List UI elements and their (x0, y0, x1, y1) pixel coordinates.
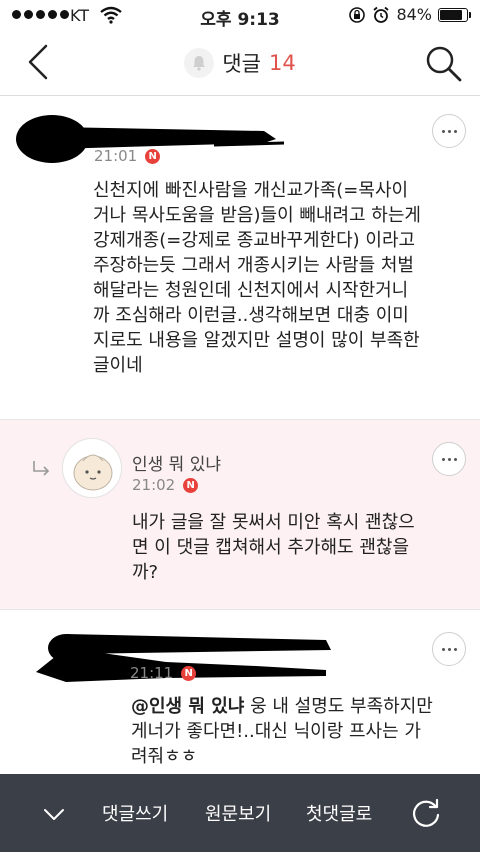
top-nav-bar: 댓글 14 (0, 32, 480, 96)
comment-line: 강제개종(=강제로 종교바꾸게한다) 이라고 (93, 230, 416, 251)
comment-body: @인생 뭐 있냐 웅 내 설명도 부족하지만 게너가 좋다면!..대신 닉이랑 … (131, 694, 433, 769)
comment-line-text: 웅 내 설명도 부족하지만 (244, 696, 433, 717)
comment-author[interactable]: 인생 뭐 있냐 (132, 450, 221, 475)
comment-more-button[interactable] (432, 114, 466, 148)
comment-line: 면 이 댓글 캡쳐해서 추가해도 괜찮을 (132, 537, 410, 558)
mention-link[interactable]: @인생 뭐 있냐 (131, 696, 244, 717)
battery-icon (438, 7, 471, 22)
comment-timestamp: 21:02 (132, 476, 176, 494)
comment-line: @인생 뭐 있냐 웅 내 설명도 부족하지만 (131, 694, 433, 719)
comment-timestamp: 21:01 (94, 147, 138, 165)
comment-time: 21:11 N (130, 664, 197, 682)
comment-more-button[interactable] (432, 442, 466, 476)
search-icon[interactable] (422, 42, 464, 84)
refresh-icon[interactable] (408, 795, 444, 831)
comment-line: 해달라는 청원인데 신천지에서 시작한거니 (93, 280, 409, 301)
first-comment-button[interactable]: 첫댓글로 (306, 800, 372, 826)
comment-line: 려줘ㅎㅎ (131, 746, 198, 767)
comment-body: 내가 글을 잘 못써서 미안 혹시 괜찮으 면 이 댓글 캡쳐해서 추가해도 괜… (132, 510, 415, 585)
comment-item: 21:11 N @인생 뭐 있냐 웅 내 설명도 부족하지만 게너가 좋다면!.… (0, 610, 480, 774)
view-original-button[interactable]: 원문보기 (205, 800, 271, 826)
bottom-toolbar: 댓글쓰기 원문보기 첫댓글로 (0, 774, 480, 852)
write-comment-button[interactable]: 댓글쓰기 (102, 800, 168, 826)
comment-line: 게너가 좋다면!..대신 닉이랑 프사는 가 (131, 721, 421, 742)
header-title-group: 댓글 14 (0, 48, 480, 78)
bell-icon[interactable] (184, 48, 215, 78)
comment-time: 21:01 N (94, 147, 161, 165)
comment-line: 까 조심해라 이런글..생각해보면 대충 이미 (93, 305, 409, 326)
comment-line: 신천지에 빠진사람을 개신교가족(=목사이 (93, 180, 409, 201)
comment-line: 내가 글을 잘 못써서 미안 혹시 괜찮으 (132, 512, 415, 533)
comment-line: 주장하는듯 그래서 개종시키는 사람들 처벌 (93, 255, 414, 276)
comment-count: 14 (268, 51, 296, 75)
comment-timestamp: 21:11 (130, 664, 174, 682)
comment-item: 21:01 N 신천지에 빠진사람을 개신교가족(=목사이 거나 목사도움을 받… (0, 97, 480, 420)
comment-line: 거나 목사도움을 받음)들이 빼내려고 하는게 (93, 205, 421, 226)
comment-line: 지로도 내용을 알겠지만 설명이 많이 부족한 (93, 330, 420, 351)
comments-screen: KT 오후 9:13 84% 댓글 14 21:01 N 신천지에 빠진사람을 … (0, 0, 480, 852)
rotation-lock-icon (349, 6, 366, 23)
page-title: 댓글 (222, 52, 261, 76)
comment-more-button[interactable] (432, 632, 466, 666)
new-badge: N (145, 148, 161, 164)
reply-arrow-icon (33, 461, 50, 476)
avatar[interactable] (62, 438, 122, 498)
comment-time: 21:02 N (132, 476, 199, 494)
alarm-icon (373, 6, 390, 23)
comment-body: 신천지에 빠진사람을 개신교가족(=목사이 거나 목사도움을 받음)들이 빼내려… (93, 178, 421, 378)
new-badge: N (183, 477, 199, 493)
battery-percent: 84% (396, 5, 432, 24)
comment-line: 까? (132, 562, 159, 583)
status-bar: KT 오후 9:13 84% (0, 0, 480, 32)
collapse-chevron-icon[interactable] (40, 800, 68, 828)
new-badge: N (181, 665, 197, 681)
comment-line: 글이네 (93, 355, 143, 376)
